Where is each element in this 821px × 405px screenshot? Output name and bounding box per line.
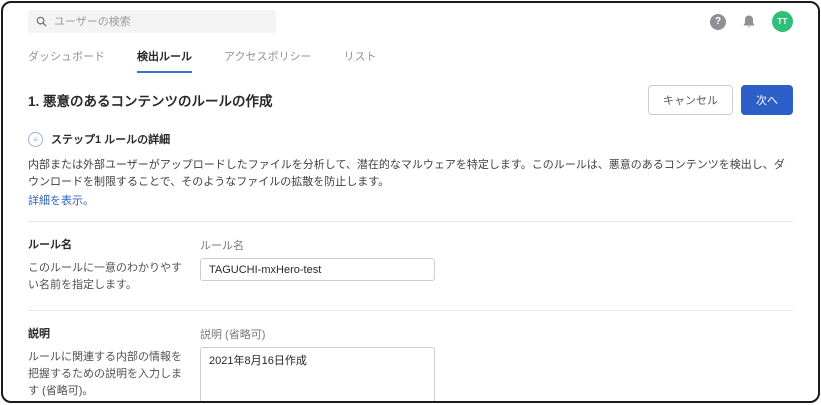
top-bar: ? TT <box>3 3 818 40</box>
tab-detection-rules[interactable]: 検出ルール <box>137 42 192 73</box>
user-search[interactable] <box>28 10 276 33</box>
rule-name-row: ルール名 このルールに一意のわかりやすい名前を指定します。 ルール名 <box>3 222 818 298</box>
help-icon[interactable]: ? <box>710 13 726 30</box>
tab-dashboard[interactable]: ダッシュボード <box>28 42 105 73</box>
search-input[interactable] <box>54 15 268 28</box>
top-right-icons: ? TT <box>710 11 793 32</box>
step-list-icon: ≡ <box>28 131 43 147</box>
search-icon <box>36 16 47 27</box>
nav-tabs: ダッシュボード 検出ルール アクセスポリシー リスト <box>3 40 818 73</box>
notifications-bell-icon[interactable] <box>742 14 756 29</box>
cancel-button[interactable]: キャンセル <box>648 85 733 115</box>
step-header: ≡ ステップ1 ルールの詳細 <box>28 131 793 147</box>
page-title: 1. 悪意のあるコンテンツのルールの作成 <box>28 94 273 109</box>
rule-name-right: ルール名 <box>200 236 435 294</box>
rule-name-field-label: ルール名 <box>200 240 244 252</box>
step-title: ステップ1 ルールの詳細 <box>51 134 171 146</box>
page-header: 1. 悪意のあるコンテンツのルールの作成 キャンセル 次へ <box>3 73 818 125</box>
step-description: 内部または外部ユーザーがアップロードしたファイルを分析して、潜在的なマルウェアを… <box>28 159 785 188</box>
show-details-link[interactable]: 詳細を表示。 <box>28 192 94 208</box>
description-row: 説明 ルールに関連する内部の情報を把握するための説明を入力します (省略可)。 … <box>3 311 818 401</box>
rule-name-left: ルール名 このルールに一意のわかりやすい名前を指定します。 <box>28 236 200 294</box>
rule-name-hint: このルールに一意のわかりやすい名前を指定します。 <box>28 262 182 292</box>
description-textarea[interactable]: 2021年8月16日作成 <box>200 347 435 401</box>
description-heading: 説明 <box>28 328 50 341</box>
description-left: 説明 ルールに関連する内部の情報を把握するための説明を入力します (省略可)。 <box>28 325 200 401</box>
app-window: ? TT ダッシュボード 検出ルール アクセスポリシー リスト 1. 悪意のある… <box>1 1 820 403</box>
description-field-label: 説明 (省略可) <box>200 329 266 342</box>
page-actions: キャンセル 次へ <box>648 85 793 115</box>
tab-access-policies[interactable]: アクセスポリシー <box>224 42 311 73</box>
step-section: ≡ ステップ1 ルールの詳細 内部または外部ユーザーがアップロードしたファイルを… <box>3 125 818 209</box>
rule-name-heading: ルール名 <box>28 239 72 251</box>
rule-name-input[interactable] <box>200 258 435 281</box>
tab-lists[interactable]: リスト <box>343 42 376 73</box>
next-button[interactable]: 次へ <box>741 85 793 115</box>
description-right: 説明 (省略可) 2021年8月16日作成 <box>200 325 435 401</box>
description-hint: ルールに関連する内部の情報を把握するための説明を入力します (省略可)。 <box>28 351 182 398</box>
user-avatar[interactable]: TT <box>772 11 793 32</box>
